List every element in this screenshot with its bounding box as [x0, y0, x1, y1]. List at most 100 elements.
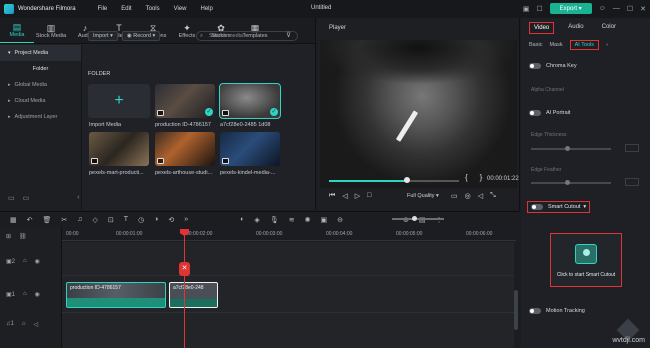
subtab-mask[interactable]: Mask [549, 42, 562, 48]
timeline-more-icon[interactable]: ⋮ [435, 216, 442, 224]
voiceover-icon[interactable]: ≋ [289, 216, 295, 224]
link-icon[interactable]: ⛓ [19, 233, 27, 240]
search-input[interactable]: ⌕ Search media [196, 31, 298, 41]
menu-view[interactable]: View [174, 6, 187, 12]
color-icon[interactable]: ◑ [154, 216, 158, 223]
tab-stock-media[interactable]: ▥ Stock Media [34, 18, 68, 43]
layout-icon[interactable]: ▤ [419, 216, 426, 224]
crop-icon[interactable]: ⊡ [108, 216, 114, 224]
display-icon[interactable]: ▭ [451, 192, 458, 200]
play-icon[interactable]: ▷ [355, 192, 360, 200]
close-icon[interactable]: ✕ [640, 5, 646, 13]
volume-icon[interactable]: ◁ [478, 192, 483, 200]
record-dropdown[interactable]: ◉ Record ▾ [121, 31, 161, 41]
eye-icon[interactable]: ◉ [35, 291, 40, 298]
collapse-icon[interactable]: ‹ [77, 194, 79, 202]
edge-feather-value[interactable] [625, 178, 639, 186]
chevron-down-icon[interactable]: ▾ [583, 204, 586, 210]
menu-file[interactable]: File [98, 6, 108, 12]
lock-icon[interactable]: ⌂ [23, 291, 27, 298]
subtab-ai-tools[interactable]: AI Tools [569, 40, 600, 50]
new-folder-icon[interactable]: ▭ [8, 194, 15, 202]
text-icon[interactable]: T [124, 216, 128, 223]
folder-icon[interactable]: ▭ [23, 194, 30, 202]
tag-icon[interactable]: ◇ [93, 216, 98, 224]
rotate-icon[interactable]: ⟲ [168, 216, 174, 224]
minimize-icon[interactable]: — [613, 5, 620, 12]
eye-icon[interactable]: ◉ [35, 258, 40, 265]
timeline-scrollbar[interactable] [514, 290, 518, 330]
lock-icon[interactable]: ⌂ [22, 321, 26, 328]
render-icon[interactable]: ◐ [240, 216, 244, 223]
menu-help[interactable]: Help [201, 6, 213, 12]
ai-icon[interactable]: ✺ [305, 216, 311, 224]
split-marker-icon[interactable]: ✕ [179, 262, 190, 276]
notification-icon[interactable]: ☐ [536, 5, 542, 13]
media-thumbnail-selected[interactable]: ✓ [219, 83, 281, 119]
video-preview[interactable] [320, 40, 517, 188]
marker-icon[interactable]: ◈ [254, 216, 259, 224]
zoom-out-icon[interactable]: ⊖ [337, 216, 343, 224]
menu-edit[interactable]: Edit [121, 6, 131, 12]
quality-dropdown[interactable]: Full Quality ▾ [407, 193, 439, 199]
import-media-button[interactable]: + [88, 84, 150, 118]
sidebar-item-adjustment-layer[interactable]: ▸ Adjustment Layer [0, 109, 81, 125]
zoom-in-icon[interactable]: ⊕ [403, 216, 409, 224]
tab-color[interactable]: Color [598, 22, 620, 34]
timeline-zoom-slider[interactable] [392, 215, 444, 221]
add-track-icon[interactable]: ⊞ [6, 233, 11, 240]
smart-cutout-start-button[interactable]: Click to start Smart Cutout [550, 233, 622, 287]
undo-icon[interactable]: ↶ [27, 216, 33, 224]
play-back-icon[interactable]: ◁ [342, 192, 347, 200]
seek-handle[interactable] [404, 177, 410, 183]
fullscreen-icon[interactable]: ⤡ [490, 192, 496, 200]
delete-icon[interactable]: 🗑 [43, 216, 52, 224]
maximize-icon[interactable]: ☐ [627, 5, 633, 13]
sidebar-item-folder[interactable]: Folder [0, 61, 81, 77]
microphone-icon[interactable]: 🎙 [270, 216, 279, 224]
timeline-tracks[interactable]: production ID-4786157 a7cf28e0-248 [62, 242, 514, 348]
import-dropdown[interactable]: Import ▾ [88, 31, 118, 41]
timeline-ruler[interactable]: 00:00 00:00:01:00 00:00:02:00 00:00:03:0… [62, 229, 516, 241]
media-thumbnail[interactable]: ✓ [155, 84, 215, 118]
menu-tools[interactable]: Tools [146, 6, 160, 12]
tab-media[interactable]: ▤ Media [0, 18, 34, 43]
speed-icon[interactable]: ◷ [138, 216, 144, 224]
subtab-basic[interactable]: Basic [529, 42, 542, 48]
slider-handle[interactable] [565, 179, 570, 185]
tab-audio-props[interactable]: Audio [564, 22, 587, 34]
sidebar-item-cloud-media[interactable]: ▸ Cloud Media [0, 93, 81, 109]
stop-icon[interactable]: □ [367, 192, 371, 200]
motion-tracking-toggle[interactable] [529, 308, 541, 314]
zoom-handle[interactable] [412, 215, 417, 221]
ai-portrait-toggle[interactable] [529, 110, 541, 116]
media-thumbnail[interactable] [220, 132, 280, 166]
sidebar-item-global-media[interactable]: ▸ Global Media [0, 77, 81, 93]
edge-thickness-slider[interactable] [531, 145, 611, 151]
export-button[interactable]: Export ▾ [549, 3, 592, 14]
speaker-icon[interactable]: ◁ [33, 321, 38, 328]
filter-icon[interactable]: ⊽ [286, 31, 291, 39]
lock-icon[interactable]: ⌂ [23, 258, 27, 265]
grid-icon[interactable]: ▦ [10, 216, 17, 224]
previous-frame-icon[interactable]: ⏮ [329, 192, 335, 200]
more-icon[interactable]: » [184, 216, 188, 223]
snapshot-tl-icon[interactable]: ▣ [320, 216, 327, 224]
slider-handle[interactable] [565, 145, 570, 151]
media-thumbnail[interactable] [89, 132, 149, 166]
smart-cutout-toggle[interactable] [531, 204, 543, 210]
edge-thickness-value[interactable] [625, 144, 639, 152]
seek-bar[interactable] [329, 177, 459, 183]
split-icon[interactable]: ✂ [61, 216, 67, 224]
playhead[interactable] [184, 229, 185, 348]
chevron-right-icon[interactable]: › [606, 42, 608, 48]
timeline-clip-selected[interactable]: a7cf28e0-248 [169, 282, 218, 308]
sidebar-item-project-media[interactable]: ▾ Project Media [0, 45, 81, 61]
timeline-clip[interactable]: production ID-4786157 [66, 282, 166, 308]
account-icon[interactable]: ☺ [599, 5, 606, 12]
edge-feather-slider[interactable] [531, 179, 611, 185]
snapshot-icon[interactable]: ◎ [465, 192, 471, 200]
audio-detach-icon[interactable]: ♫ [77, 216, 82, 223]
save-icon[interactable]: ▣ [523, 5, 530, 13]
tab-video[interactable]: Video [529, 22, 555, 34]
